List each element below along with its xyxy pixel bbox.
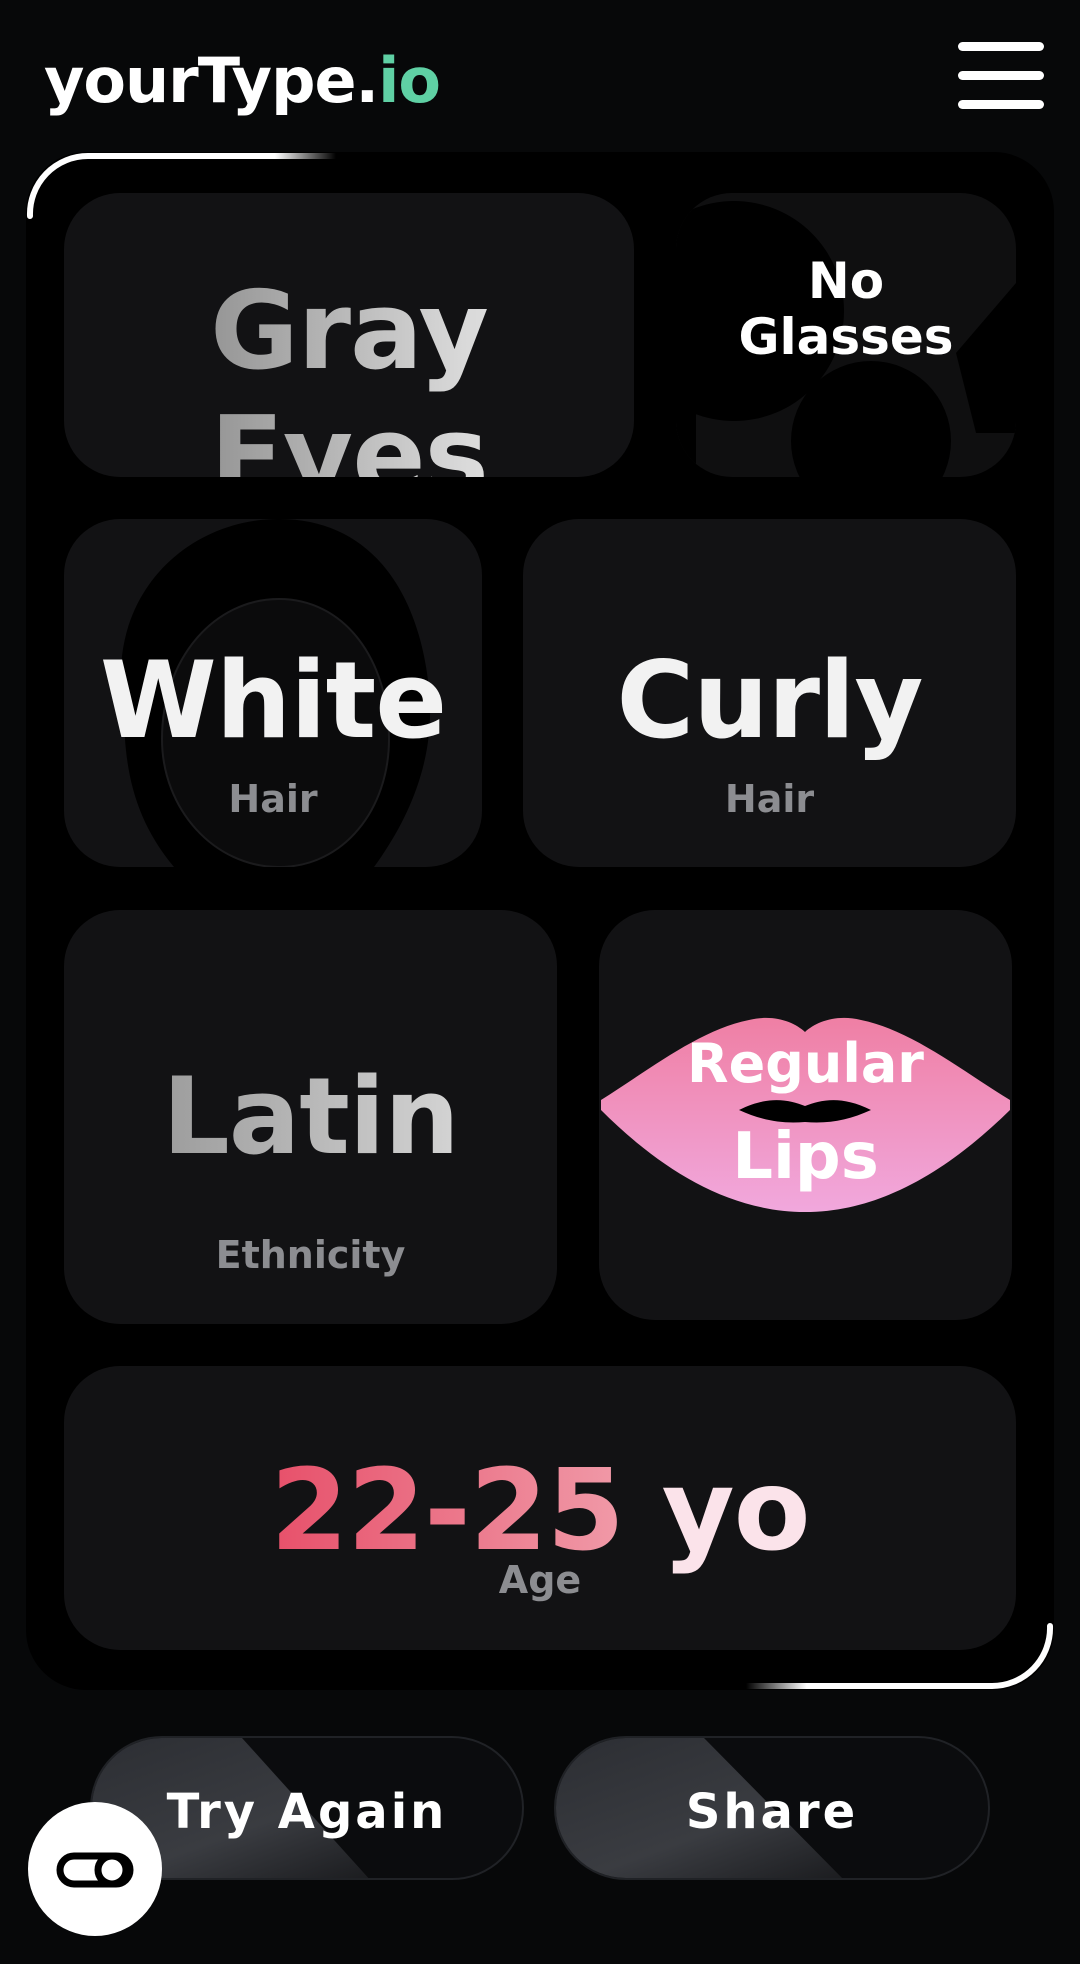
share-button[interactable]: Share — [554, 1736, 990, 1880]
hamburger-menu-icon[interactable] — [958, 40, 1044, 112]
age-range: 22-25 — [270, 1446, 624, 1576]
glasses-tile: No Glasses — [676, 193, 1016, 477]
glasses-value-line2: Glasses — [738, 308, 954, 366]
age-label: Age — [498, 1558, 582, 1602]
lips-value-line1: Regular — [687, 1032, 924, 1095]
age-tile: 22-25 yo Age — [64, 1366, 1016, 1650]
app-logo[interactable]: yourType.io — [44, 44, 441, 117]
link-toggle-icon — [56, 1852, 134, 1888]
hair-color-tile: White Hair — [64, 519, 482, 867]
hair-type-value: Curly — [616, 639, 924, 762]
ethnicity-value: Latin — [64, 1055, 557, 1178]
share-label: Share — [685, 1784, 859, 1840]
hair-color-value: White — [99, 639, 447, 762]
lips-icon — [601, 1017, 1010, 1212]
eye-color-tile: Gray Eyes — [64, 193, 634, 477]
ethnicity-label: Ethnicity — [215, 1233, 406, 1277]
lips-tile: Regular Lips — [599, 910, 1012, 1320]
logo-main-text: yourType. — [44, 44, 379, 117]
ethnicity-tile: Latin Ethnicity — [64, 910, 557, 1324]
link-toggle-button[interactable] — [28, 1802, 162, 1936]
hair-type-tile: Curly Hair — [523, 519, 1016, 867]
lips-value-line2: Lips — [732, 1120, 879, 1194]
hair-type-label: Hair — [724, 777, 815, 821]
glasses-value-line1: No — [807, 252, 885, 310]
eye-color-value: Gray Eyes — [64, 269, 634, 477]
logo-tld-text: io — [378, 44, 441, 117]
app-header: yourType.io — [0, 0, 1080, 150]
hair-color-label: Hair — [228, 777, 318, 821]
age-unit: yo — [661, 1446, 811, 1576]
age-value: 22-25 yo — [64, 1446, 1016, 1576]
glasses-value: No Glasses — [676, 253, 1016, 365]
